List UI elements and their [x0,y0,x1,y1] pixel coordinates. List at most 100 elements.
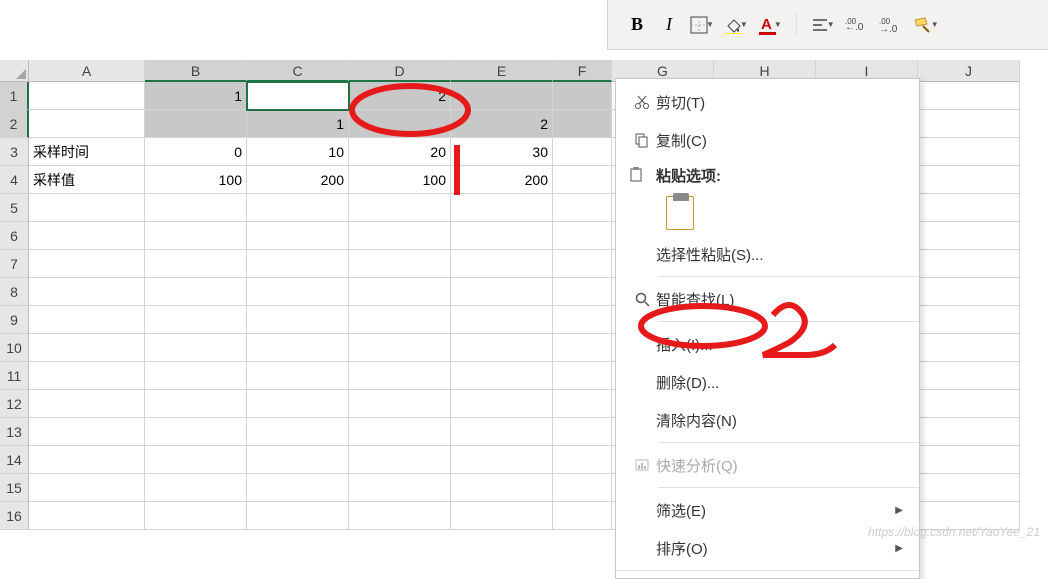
menu-paste-default[interactable] [616,191,919,235]
cell-J7[interactable] [918,250,1020,278]
cell-J11[interactable] [918,362,1020,390]
row-header-5[interactable]: 5 [0,194,29,222]
cell-A15[interactable] [29,474,145,502]
cell-B12[interactable] [145,390,247,418]
cell-J8[interactable] [918,278,1020,306]
cell-C2[interactable]: 1 [247,110,349,138]
cell-E8[interactable] [451,278,553,306]
cell-E15[interactable] [451,474,553,502]
cell-C15[interactable] [247,474,349,502]
cell-E16[interactable] [451,502,553,530]
cell-C11[interactable] [247,362,349,390]
format-painter-button[interactable]: ▼ [913,8,939,42]
bold-button[interactable]: B [626,8,648,42]
cell-E11[interactable] [451,362,553,390]
cell-J10[interactable] [918,334,1020,362]
cell-E4[interactable]: 200 [451,166,553,194]
cell-B11[interactable] [145,362,247,390]
cell-F2[interactable] [553,110,612,138]
row-header-7[interactable]: 7 [0,250,29,278]
cell-E7[interactable] [451,250,553,278]
cell-F4[interactable] [553,166,612,194]
cell-F12[interactable] [553,390,612,418]
cell-J3[interactable] [918,138,1020,166]
cell-J14[interactable] [918,446,1020,474]
cell-J2[interactable] [918,110,1020,138]
cell-F9[interactable] [553,306,612,334]
cell-A11[interactable] [29,362,145,390]
cell-E6[interactable] [451,222,553,250]
cell-F5[interactable] [553,194,612,222]
font-color-dropdown-icon[interactable]: ▼ [774,20,782,29]
menu-clear[interactable]: 清除内容(N) [616,401,919,439]
italic-button[interactable]: I [658,8,680,42]
select-all-corner[interactable] [0,60,29,82]
cell-D14[interactable] [349,446,451,474]
cell-D6[interactable] [349,222,451,250]
row-header-14[interactable]: 14 [0,446,29,474]
cell-B3[interactable]: 0 [145,138,247,166]
cell-A9[interactable] [29,306,145,334]
cell-A12[interactable] [29,390,145,418]
cell-C14[interactable] [247,446,349,474]
cell-F6[interactable] [553,222,612,250]
cell-B8[interactable] [145,278,247,306]
cell-J5[interactable] [918,194,1020,222]
cell-J9[interactable] [918,306,1020,334]
cell-D13[interactable] [349,418,451,446]
cell-C12[interactable] [247,390,349,418]
cell-F11[interactable] [553,362,612,390]
cell-A5[interactable] [29,194,145,222]
cell-F10[interactable] [553,334,612,362]
row-header-8[interactable]: 8 [0,278,29,306]
cell-F16[interactable] [553,502,612,530]
borders-dropdown-icon[interactable]: ▼ [706,20,714,29]
cell-D7[interactable] [349,250,451,278]
align-left-button[interactable]: ▼ [811,8,835,42]
cell-D15[interactable] [349,474,451,502]
cell-F3[interactable] [553,138,612,166]
cell-B4[interactable]: 100 [145,166,247,194]
cell-C1[interactable] [247,82,349,110]
cell-B2[interactable] [145,110,247,138]
row-header-11[interactable]: 11 [0,362,29,390]
row-header-4[interactable]: 4 [0,166,29,194]
cell-D2[interactable] [349,110,451,138]
row-header-16[interactable]: 16 [0,502,29,530]
cell-E1[interactable] [451,82,553,110]
cell-B13[interactable] [145,418,247,446]
cell-E9[interactable] [451,306,553,334]
cell-C10[interactable] [247,334,349,362]
cell-A8[interactable] [29,278,145,306]
cell-A10[interactable] [29,334,145,362]
cell-E2[interactable]: 2 [451,110,553,138]
cell-B9[interactable] [145,306,247,334]
row-header-9[interactable]: 9 [0,306,29,334]
cell-A3[interactable]: 采样时间 [29,138,145,166]
borders-button[interactable]: ▼ [690,8,714,42]
cell-B1[interactable]: 1 [145,82,247,110]
column-header-J[interactable]: J [918,60,1020,82]
menu-copy[interactable]: 复制(C) [616,121,919,159]
cell-A6[interactable] [29,222,145,250]
cell-E13[interactable] [451,418,553,446]
decrease-decimal-button[interactable]: .00→.0 [879,8,903,42]
cell-B5[interactable] [145,194,247,222]
menu-paste-special[interactable]: 选择性粘贴(S)... [616,235,919,273]
cell-C4[interactable]: 200 [247,166,349,194]
cell-B7[interactable] [145,250,247,278]
menu-smart-lookup[interactable]: 智能查找(L) [616,280,919,318]
cell-D3[interactable]: 20 [349,138,451,166]
cell-E12[interactable] [451,390,553,418]
cell-A16[interactable] [29,502,145,530]
cell-J12[interactable] [918,390,1020,418]
cell-D10[interactable] [349,334,451,362]
cell-B6[interactable] [145,222,247,250]
menu-delete[interactable]: 删除(D)... [616,363,919,401]
cell-J13[interactable] [918,418,1020,446]
column-header-C[interactable]: C [247,60,349,82]
column-header-F[interactable]: F [553,60,612,82]
cell-J6[interactable] [918,222,1020,250]
cell-F1[interactable] [553,82,612,110]
cell-E3[interactable]: 30 [451,138,553,166]
